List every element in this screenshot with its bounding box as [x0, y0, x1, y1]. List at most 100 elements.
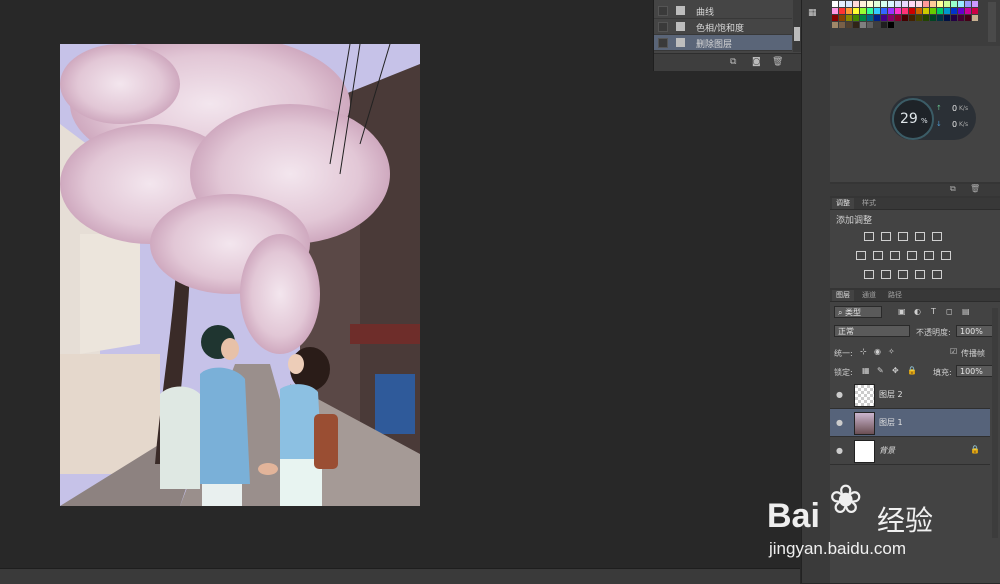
black-white-icon[interactable] [890, 251, 900, 260]
swatches-scrollbar[interactable] [988, 2, 996, 42]
color-swatch[interactable] [902, 15, 908, 21]
layer-row-background[interactable]: ● 背景 🔒 [830, 437, 990, 465]
color-swatch[interactable] [965, 1, 971, 7]
color-swatch[interactable] [944, 1, 950, 7]
color-swatch[interactable] [923, 8, 929, 14]
color-swatch[interactable] [937, 8, 943, 14]
color-swatch[interactable] [916, 8, 922, 14]
color-swatch[interactable] [832, 15, 838, 21]
color-swatch[interactable] [895, 1, 901, 7]
color-swatch[interactable] [867, 8, 873, 14]
type-filter-icon[interactable]: T [931, 307, 936, 316]
color-swatch[interactable] [972, 8, 978, 14]
color-swatch[interactable] [839, 15, 845, 21]
hue-saturation-icon[interactable] [856, 251, 866, 260]
blend-mode-select[interactable]: 正常 [834, 325, 910, 337]
layer-row-layer2[interactable]: ● 图层 2 [830, 381, 990, 409]
tab-adjustments[interactable]: 调整 [832, 198, 854, 209]
levels-icon[interactable] [881, 232, 891, 241]
history-item-curves[interactable]: 曲线 [654, 3, 792, 19]
history-item-hue-saturation[interactable]: 色相/饱和度 [654, 19, 792, 35]
channel-mixer-icon[interactable] [924, 251, 934, 260]
lock-transparent-icon[interactable]: ▦ [862, 366, 870, 375]
swatches-dock-icon[interactable]: ▦ [808, 8, 822, 20]
threshold-icon[interactable] [898, 270, 908, 279]
color-swatch[interactable] [846, 1, 852, 7]
color-swatch[interactable] [839, 8, 845, 14]
history-scrollbar[interactable] [793, 0, 801, 52]
color-swatch[interactable] [888, 8, 894, 14]
color-swatch[interactable] [846, 8, 852, 14]
color-swatch[interactable] [923, 1, 929, 7]
color-swatch[interactable] [923, 15, 929, 21]
visibility-eye-icon[interactable]: ● [836, 446, 843, 455]
adjustment-filter-icon[interactable]: ◐ [914, 307, 921, 316]
color-swatch[interactable] [881, 8, 887, 14]
new-document-from-state-icon[interactable]: ⧉ [730, 57, 736, 67]
color-swatch[interactable] [965, 8, 971, 14]
lock-all-icon[interactable]: 🔒 [907, 366, 917, 375]
lock-pixels-icon[interactable]: ✎ [877, 366, 884, 375]
color-swatch[interactable] [888, 1, 894, 7]
exposure-icon[interactable] [915, 232, 925, 241]
tab-styles[interactable]: 样式 [858, 198, 880, 209]
unify-visibility-icon[interactable]: ◉ [874, 347, 881, 356]
vibrance-icon[interactable] [932, 232, 942, 241]
color-swatch[interactable] [958, 15, 964, 21]
selective-color-icon[interactable] [915, 270, 925, 279]
gradient-map-icon[interactable] [932, 270, 942, 279]
pixel-filter-icon[interactable]: ▣ [898, 307, 906, 316]
unify-style-icon[interactable]: ✧ [888, 347, 895, 356]
tab-paths[interactable]: 路径 [884, 290, 906, 301]
color-swatch[interactable] [832, 8, 838, 14]
color-swatch[interactable] [874, 1, 880, 7]
color-swatch[interactable] [909, 15, 915, 21]
tab-channels[interactable]: 通道 [858, 290, 880, 301]
color-swatch[interactable] [951, 8, 957, 14]
color-swatch[interactable] [860, 1, 866, 7]
tab-layers[interactable]: 图层 [832, 290, 854, 301]
color-swatch[interactable] [881, 22, 887, 28]
color-swatch[interactable] [895, 8, 901, 14]
history-checkbox[interactable] [658, 6, 668, 16]
color-swatch[interactable] [951, 15, 957, 21]
color-swatch[interactable] [874, 15, 880, 21]
swatch-grid[interactable] [830, 0, 984, 44]
color-swatch[interactable] [958, 1, 964, 7]
history-item-delete-layer[interactable]: 删除图层 [654, 35, 792, 51]
color-swatch[interactable] [937, 15, 943, 21]
brightness-contrast-icon[interactable] [864, 232, 874, 241]
color-swatch[interactable] [860, 15, 866, 21]
color-swatch[interactable] [832, 1, 838, 7]
color-swatch[interactable] [965, 15, 971, 21]
color-swatch[interactable] [846, 22, 852, 28]
color-swatch[interactable] [937, 1, 943, 7]
trash-icon[interactable]: 🗑 [970, 184, 980, 193]
color-swatch[interactable] [853, 22, 859, 28]
history-checkbox[interactable] [658, 38, 668, 48]
color-swatch[interactable] [902, 1, 908, 7]
network-monitor-widget[interactable]: 29 % ↑ 0 K/s ↓ 0 K/s [890, 96, 976, 140]
visibility-eye-icon[interactable]: ● [836, 390, 843, 399]
invert-icon[interactable] [864, 270, 874, 279]
smart-object-filter-icon[interactable]: ▤ [962, 307, 970, 316]
color-swatch[interactable] [972, 15, 978, 21]
lock-position-icon[interactable]: ✥ [892, 366, 899, 375]
color-swatch[interactable] [902, 8, 908, 14]
visibility-eye-icon[interactable]: ● [836, 418, 843, 427]
color-swatch[interactable] [930, 15, 936, 21]
curves-icon[interactable] [898, 232, 908, 241]
photo-filter-icon[interactable] [907, 251, 917, 260]
trash-icon[interactable]: 🗑 [772, 57, 783, 67]
camera-icon[interactable]: ◙ [752, 57, 761, 67]
color-swatch[interactable] [853, 1, 859, 7]
posterize-icon[interactable] [881, 270, 891, 279]
color-swatch[interactable] [881, 15, 887, 21]
document-image[interactable] [60, 44, 420, 506]
color-swatch[interactable] [832, 22, 838, 28]
fill-input[interactable]: 100% [956, 365, 996, 377]
history-checkbox[interactable] [658, 22, 668, 32]
color-swatch[interactable] [860, 22, 866, 28]
color-swatch[interactable] [881, 1, 887, 7]
color-swatch[interactable] [944, 8, 950, 14]
